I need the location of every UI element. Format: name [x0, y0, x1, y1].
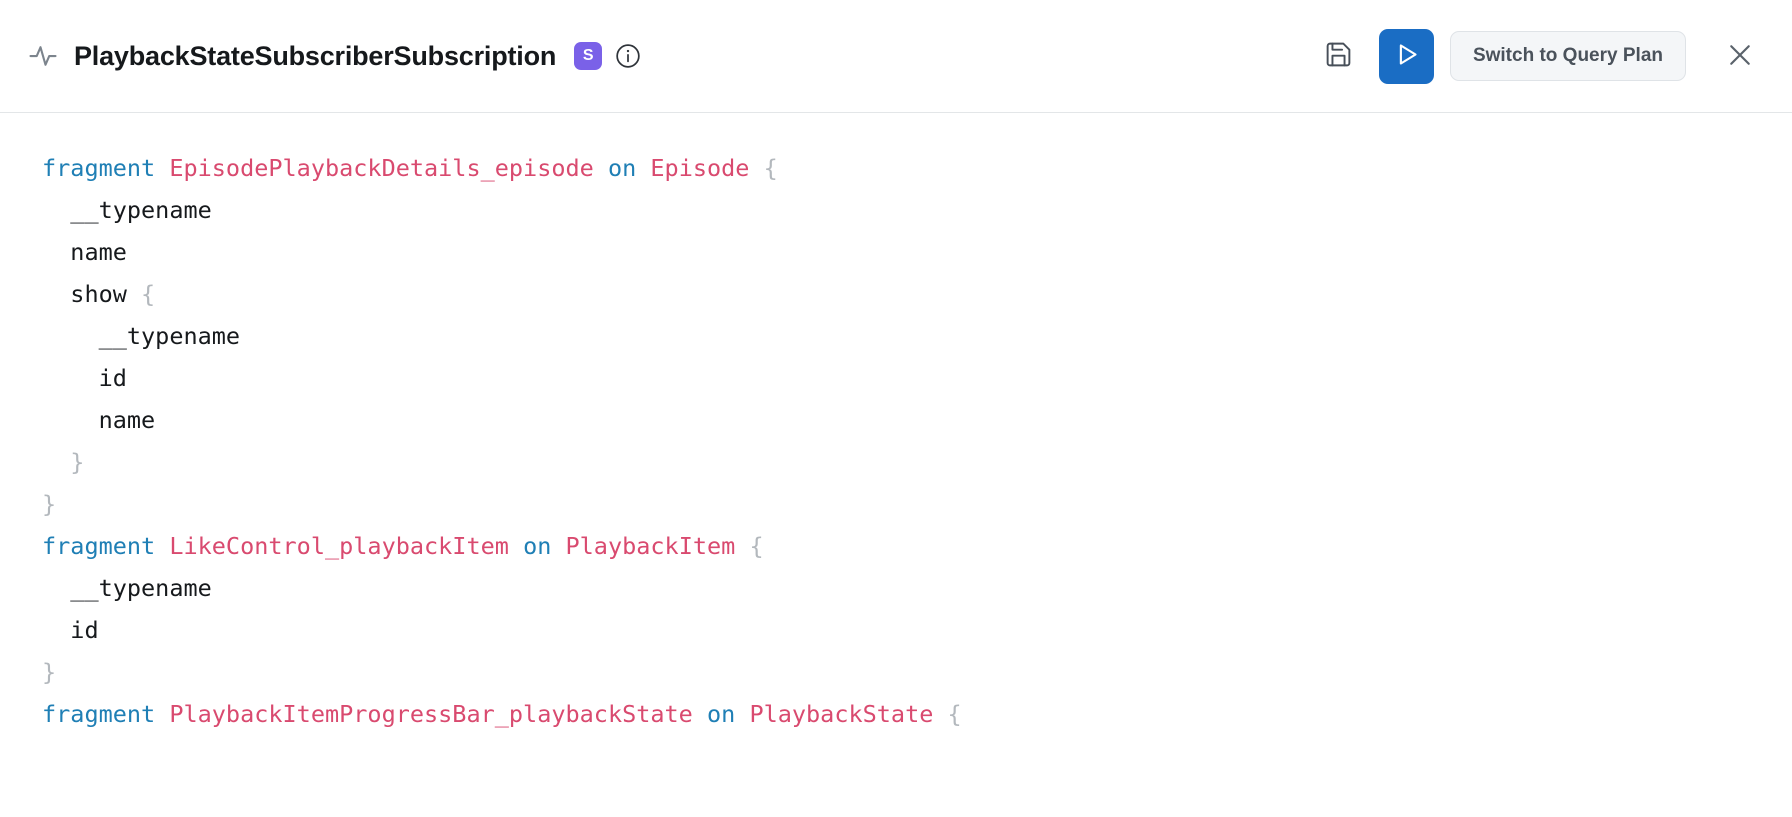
code-token-field: __typename	[42, 574, 212, 602]
code-token-punct: {	[763, 154, 778, 182]
code-token-type: PlaybackItem	[565, 532, 736, 560]
code-line: }	[42, 441, 1792, 483]
code-line: fragment PlaybackItemProgressBar_playbac…	[42, 693, 1792, 735]
code-token-name: LikeControl_playbackItem	[169, 532, 509, 560]
switch-to-query-plan-button[interactable]: Switch to Query Plan	[1449, 31, 1686, 81]
code-token-name: PlaybackItemProgressBar_playbackState	[169, 700, 693, 728]
code-token-field: id	[42, 364, 127, 392]
code-token-kw: on	[706, 700, 736, 728]
code-token-kw: on	[523, 532, 552, 560]
subscription-type-badge: S	[574, 42, 603, 70]
code-token-field: show	[42, 280, 127, 308]
code-token-name: EpisodePlaybackDetails_episode	[169, 154, 594, 182]
graphql-code-editor[interactable]: fragment EpisodePlaybackDetails_episode …	[0, 113, 1792, 817]
code-token-punct: }	[42, 658, 57, 686]
code-line: __typename	[42, 189, 1792, 231]
code-token-kw: fragment	[42, 700, 156, 728]
code-token-field: name	[42, 238, 127, 266]
code-token-field: name	[42, 406, 156, 434]
close-x-icon	[1725, 40, 1755, 73]
code-content[interactable]: fragment EpisodePlaybackDetails_episode …	[42, 147, 1792, 735]
code-token-kw: on	[607, 154, 637, 182]
play-triangle-icon	[1393, 41, 1420, 71]
code-token-kw: fragment	[42, 532, 156, 560]
code-token-punct: }	[42, 490, 57, 518]
run-operation-button[interactable]	[1378, 28, 1434, 84]
operation-title: PlaybackStateSubscriberSubscription	[74, 40, 557, 71]
code-token-type: PlaybackState	[749, 700, 934, 728]
code-line: id	[42, 609, 1792, 651]
code-token-punct: {	[749, 532, 764, 560]
code-line: id	[42, 357, 1792, 399]
code-line: name	[42, 399, 1792, 441]
code-token-punct: {	[947, 700, 962, 728]
close-panel-button[interactable]	[1716, 32, 1764, 80]
code-token-punct: }	[42, 448, 85, 476]
header-actions-group: Switch to Query Plan	[1318, 28, 1764, 84]
code-line: name	[42, 231, 1792, 273]
code-token-kw: fragment	[42, 154, 156, 182]
code-token-field: __typename	[42, 196, 212, 224]
code-line: }	[42, 651, 1792, 693]
activity-pulse-icon	[26, 39, 60, 73]
info-circle-icon[interactable]	[615, 43, 641, 69]
operation-editor-panel: PlaybackStateSubscriberSubscription S Sw…	[0, 0, 1792, 817]
code-line: __typename	[42, 567, 1792, 609]
code-token-field: __typename	[42, 322, 241, 350]
code-line: fragment EpisodePlaybackDetails_episode …	[42, 147, 1792, 189]
code-line: __typename	[42, 315, 1792, 357]
code-token-type: Episode	[650, 154, 750, 182]
header-left-group: PlaybackStateSubscriberSubscription S	[26, 39, 1318, 73]
save-button[interactable]	[1318, 35, 1360, 77]
code-token-field: id	[42, 616, 99, 644]
code-line: fragment LikeControl_playbackItem on Pla…	[42, 525, 1792, 567]
floppy-save-icon	[1324, 40, 1353, 72]
code-line: }	[42, 483, 1792, 525]
code-line: show {	[42, 273, 1792, 315]
code-token-punct: {	[141, 280, 156, 308]
editor-header: PlaybackStateSubscriberSubscription S Sw…	[0, 0, 1792, 113]
